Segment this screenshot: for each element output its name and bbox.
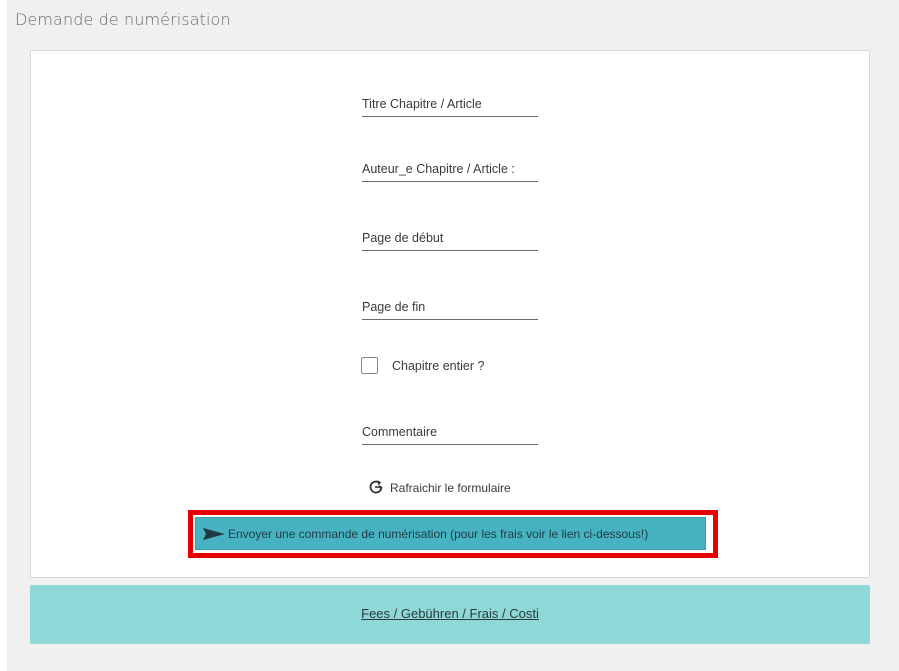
submit-digitization-button[interactable]: Envoyer une commande de numérisation (po… (195, 517, 706, 550)
send-icon (203, 528, 225, 540)
chapter-author-field[interactable]: Auteur_e Chapitre / Article : (362, 159, 538, 182)
comment-field[interactable]: Commentaire (362, 422, 538, 445)
end-page-field[interactable]: Page de fin (362, 297, 538, 320)
start-page-field[interactable]: Page de début (362, 228, 538, 251)
refresh-icon (369, 480, 383, 494)
digitization-form: Titre Chapitre / Article Auteur_e Chapit… (30, 50, 870, 578)
whole-chapter-checkbox[interactable] (361, 357, 378, 374)
chapter-author-label: Auteur_e Chapitre / Article : (362, 162, 515, 176)
section-title: Demande de numérisation (15, 10, 231, 29)
refresh-label: Rafraichir le formulaire (390, 481, 511, 495)
start-page-label: Page de début (362, 231, 444, 245)
chapter-title-label: Titre Chapitre / Article (362, 97, 482, 111)
request-panel: Demande de numérisation Titre Chapitre /… (7, 0, 899, 671)
end-page-label: Page de fin (362, 300, 426, 314)
chapter-title-field[interactable]: Titre Chapitre / Article (362, 94, 538, 117)
fees-banner: Fees / Gebühren / Frais / Costi (30, 585, 870, 644)
comment-label: Commentaire (362, 425, 438, 439)
whole-chapter-label: Chapitre entier ? (392, 359, 485, 373)
fees-link[interactable]: Fees / Gebühren / Frais / Costi (30, 606, 870, 621)
submit-label: Envoyer une commande de numérisation (po… (228, 527, 649, 541)
